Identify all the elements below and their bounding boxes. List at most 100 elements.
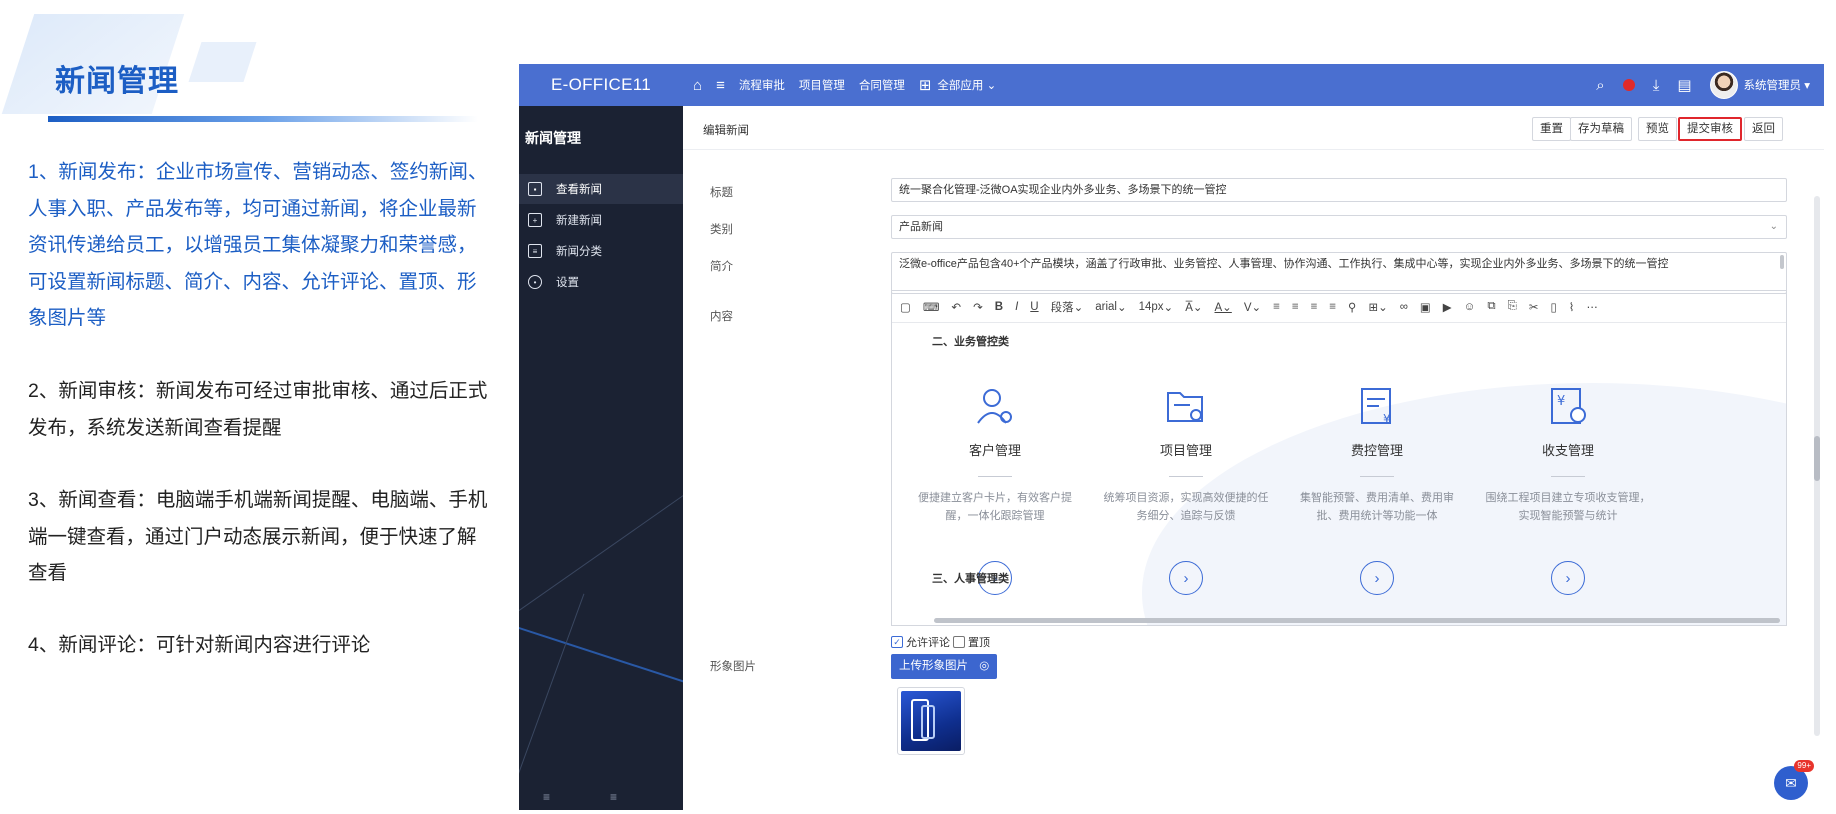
top-navbar: E-OFFICE11 ⌂ ≡ 流程审批 项目管理 合同管理 ⊞ 全部应用 ⌄ ⌕… xyxy=(519,64,1824,106)
module-income-go-button[interactable]: › xyxy=(1551,561,1585,595)
nav-all-apps[interactable]: 全部应用 ⌄ xyxy=(937,77,996,93)
redo-icon[interactable]: ↷ xyxy=(973,300,983,314)
category-select[interactable]: 产品新闻 ⌄ xyxy=(891,215,1787,239)
customer-icon xyxy=(977,389,1012,424)
allow-comment-checkbox[interactable]: ✓ 允许评论 xyxy=(891,634,950,650)
menu-icon[interactable]: ≡ xyxy=(716,77,725,94)
video-icon[interactable]: ▶ xyxy=(1443,300,1452,314)
slide-title: 新闻管理 xyxy=(55,65,179,98)
nav-project[interactable]: 项目管理 xyxy=(799,77,845,93)
module-divider xyxy=(1169,476,1203,477)
checkbox-empty-icon xyxy=(953,636,965,648)
chat-badge: 99+ xyxy=(1794,760,1814,772)
highlight-icon[interactable]: V⌄ xyxy=(1244,300,1261,314)
svg-text:¥: ¥ xyxy=(1383,412,1391,426)
editor-horizontal-scrollbar[interactable] xyxy=(934,618,1780,623)
sidebar-item-view-news[interactable]: ▪ 查看新闻 xyxy=(519,174,683,204)
download-icon[interactable]: ⤓ xyxy=(1653,77,1660,94)
source-icon[interactable]: ▢ xyxy=(900,300,911,314)
preview-button[interactable]: 预览 xyxy=(1638,117,1677,141)
chat-button[interactable]: ✉ 99+ xyxy=(1774,760,1814,800)
nav-contract[interactable]: 合同管理 xyxy=(859,77,905,93)
upload-image-button[interactable]: 上传形象图片 ◎ xyxy=(891,654,998,679)
chevron-right-icon: › xyxy=(1183,569,1189,587)
paste-icon[interactable]: ⎘ xyxy=(1508,300,1517,313)
font-color-icon[interactable]: A⌄ xyxy=(1215,300,1232,314)
editor-toolbar: ▢ ⌨ ↶ ↷ B I U 段落 ⌄ arial ⌄ 14px ⌄ A̅⌄ A⌄ V⌄… xyxy=(892,291,1786,323)
module-name: 客户管理 xyxy=(968,443,1021,458)
image-icon[interactable]: ▣ xyxy=(1420,300,1431,314)
brand-logo[interactable]: E-OFFICE11 xyxy=(519,75,683,95)
more-icon[interactable]: ⋯ xyxy=(1586,300,1598,314)
image-thumbnail[interactable] xyxy=(897,687,965,755)
table-icon[interactable]: ⊞⌄ xyxy=(1368,300,1387,314)
module-name: 费控管理 xyxy=(1350,443,1403,458)
nav-workflow[interactable]: 流程审批 xyxy=(739,77,785,93)
main-content: 编辑新闻 重置 存为草稿 预览 提交审核 返回 标题 统一聚合化管理-泛微OA实… xyxy=(683,106,1824,810)
section-hr: 三、人事管理类 xyxy=(932,573,1009,585)
align-justify-icon[interactable]: ≡ xyxy=(1329,301,1336,313)
document-icon[interactable]: ▤ xyxy=(1677,76,1691,94)
code-icon[interactable]: ⌨ xyxy=(923,300,940,314)
font-select[interactable]: arial ⌄ xyxy=(1095,300,1126,314)
title-label: 标题 xyxy=(710,187,733,199)
reset-button[interactable]: 重置 xyxy=(1532,117,1571,141)
income-expense-icon: ¥ xyxy=(1551,388,1586,424)
attachment-icon[interactable]: ⌇ xyxy=(1569,300,1575,314)
module-project-go-button[interactable]: › xyxy=(1169,561,1203,595)
editor-content[interactable]: 二、业务管控类 客户管理 便捷建立客户卡片，有效客户提醒，一体化跟踪管理 › 项… xyxy=(892,323,1786,625)
module-expense-go-button[interactable]: › xyxy=(1360,561,1394,595)
font-label: arial xyxy=(1095,300,1117,313)
upload-image-label: 上传形象图片 xyxy=(899,660,968,672)
link-icon[interactable]: ∞ xyxy=(1400,301,1408,313)
undo-icon[interactable]: ↶ xyxy=(951,300,961,314)
avatar[interactable] xyxy=(1709,71,1738,99)
pin-top-checkbox[interactable]: 置顶 xyxy=(953,634,990,650)
bold-icon[interactable]: B xyxy=(995,301,1003,313)
title-input[interactable]: 统一聚合化管理-泛微OA实现企业内外多业务、多场景下的统一管控 xyxy=(891,178,1787,202)
rich-text-editor[interactable]: ▢ ⌨ ↶ ↷ B I U 段落 ⌄ arial ⌄ 14px ⌄ A̅⌄ A⌄ V⌄… xyxy=(891,290,1787,626)
sidebar-bottom-tools[interactable]: ≡≡ xyxy=(543,790,677,804)
thumbnail-picture xyxy=(901,691,961,751)
summary-label: 简介 xyxy=(710,261,733,273)
upload-icon: ◎ xyxy=(979,660,990,672)
back-button[interactable]: 返回 xyxy=(1744,117,1783,141)
italic-icon[interactable]: I xyxy=(1015,301,1018,313)
category-label: 类别 xyxy=(710,224,733,236)
scrollbar-thumb[interactable] xyxy=(1814,436,1820,481)
home-icon[interactable]: ⌂ xyxy=(693,77,702,94)
chat-icon: ✉ xyxy=(1785,774,1797,791)
page-vertical-scrollbar[interactable] xyxy=(1814,196,1820,736)
search-icon[interactable]: ⌕ xyxy=(1596,77,1604,94)
summary-textarea[interactable]: 泛微e-office产品包含40+个产品模块，涵盖了行政审批、业务管控、人事管理… xyxy=(891,252,1787,294)
format-painter-icon[interactable]: ⚲ xyxy=(1348,300,1356,314)
app-window: E-OFFICE11 ⌂ ≡ 流程审批 项目管理 合同管理 ⊞ 全部应用 ⌄ ⌕… xyxy=(519,64,1824,810)
align-center-icon[interactable]: ≡ xyxy=(1311,301,1318,313)
grid-icon[interactable]: ⊞ xyxy=(919,76,932,94)
notification-flag-icon[interactable] xyxy=(1622,79,1635,91)
line-height-icon[interactable]: A̅⌄ xyxy=(1185,300,1202,314)
user-menu[interactable]: 系统管理员 ▾ xyxy=(1744,77,1810,93)
textarea-scrollbar[interactable] xyxy=(1780,255,1784,269)
underline-icon[interactable]: U xyxy=(1030,301,1038,313)
module-expense: ¥ 费控管理 集智能预警、费用清单、费用审批、费用统计等功能一体 xyxy=(1282,385,1472,525)
save-draft-button[interactable]: 存为草稿 xyxy=(1570,117,1632,141)
align-right-icon[interactable]: ≡ xyxy=(1292,301,1299,313)
cut-icon[interactable]: ✂ xyxy=(1529,300,1539,314)
bill-icon: ¥ xyxy=(1361,388,1391,426)
paragraph-select[interactable]: 段落 ⌄ xyxy=(1051,299,1084,315)
emoji-icon[interactable]: ☺ xyxy=(1464,301,1476,313)
sidebar-item-new-news[interactable]: + 新建新闻 xyxy=(519,205,683,235)
submit-review-button[interactable]: 提交审核 xyxy=(1678,117,1742,141)
align-left-icon[interactable]: ≡ xyxy=(1273,301,1280,313)
chevron-right-icon: › xyxy=(1374,569,1380,587)
sidebar-item-category[interactable]: ≡ 新闻分类 xyxy=(519,236,683,266)
copy-icon[interactable]: ⧉ xyxy=(1487,300,1495,313)
sidebar-decoration xyxy=(519,440,683,613)
pin-top-label: 置顶 xyxy=(968,637,990,649)
font-size-select[interactable]: 14px ⌄ xyxy=(1139,300,1174,314)
sidebar: 新闻管理 ▪ 查看新闻 + 新建新闻 ≡ 新闻分类 • 设置 ≡≡ xyxy=(519,106,683,810)
sidebar-item-settings[interactable]: • 设置 xyxy=(519,267,683,297)
template-icon[interactable]: ▯ xyxy=(1550,300,1556,314)
sidebar-item-label: 查看新闻 xyxy=(556,184,602,196)
